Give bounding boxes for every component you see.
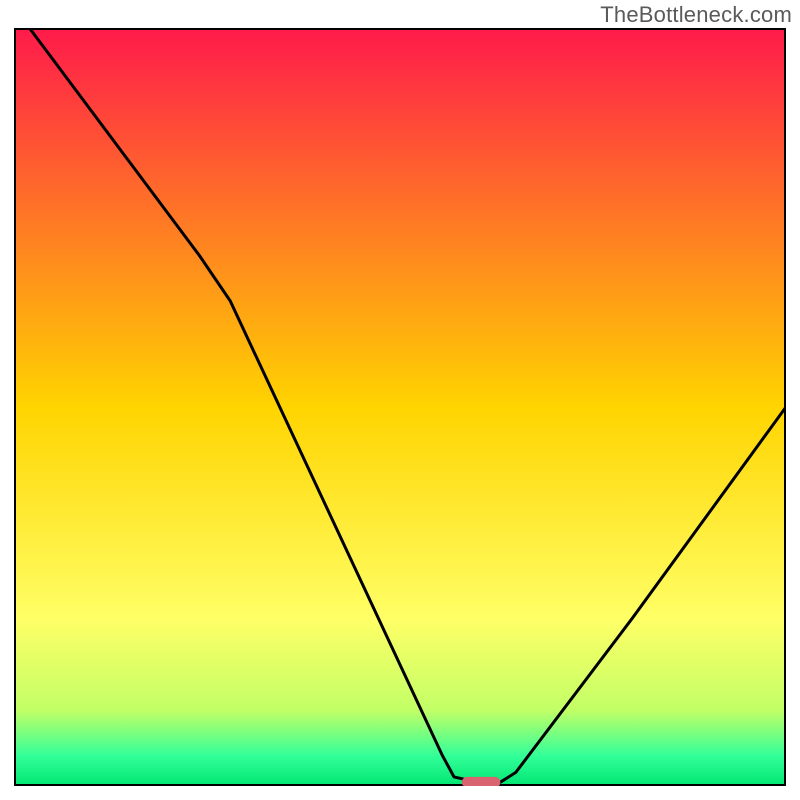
gradient-background <box>14 28 786 786</box>
plot-area <box>14 28 786 786</box>
bottleneck-chart <box>14 28 786 786</box>
chart-frame: TheBottleneck.com <box>0 0 800 800</box>
optimal-marker <box>462 777 501 786</box>
watermark-text: TheBottleneck.com <box>600 2 792 28</box>
